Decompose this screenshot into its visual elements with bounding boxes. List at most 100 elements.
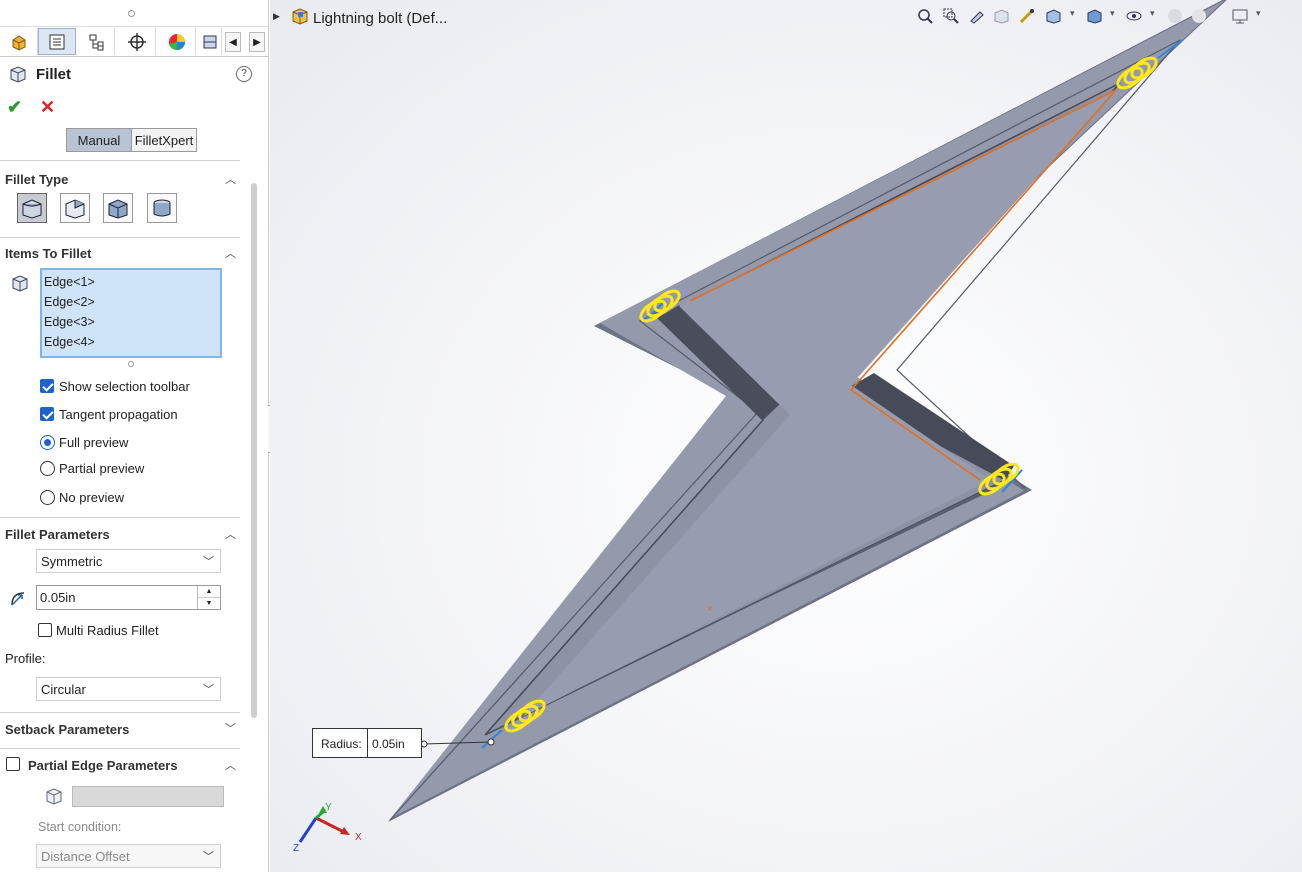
radius-spinner[interactable]: ▲ ▼ [197,586,220,609]
checkmark-icon: ✔ [7,97,23,117]
fillet-type-header[interactable]: Fillet Type [5,172,68,187]
radius-callout-value[interactable]: 0.05in [372,737,405,751]
list-item[interactable]: Edge<3> [44,312,220,332]
display-style-icon[interactable] [1084,6,1104,26]
no-preview-radio[interactable] [40,490,55,505]
partial-edge-parameters-checkbox[interactable] [6,757,20,771]
partial-preview-label: Partial preview [59,461,145,476]
multi-radius-fillet-label: Multi Radius Fillet [56,623,159,638]
tab-scroll-left-button[interactable]: ◀ [225,32,241,52]
cancel-button[interactable]: ✕ [40,97,55,118]
triad-y-label: Y [325,802,332,813]
zoom-to-fit-icon[interactable] [915,6,935,26]
collapse-fillet-type-icon[interactable]: ︿ [225,171,236,187]
property-manager-title: Fillet [36,66,72,83]
list-item[interactable]: Edge<2> [44,292,220,312]
tab-featuremanager[interactable] [0,28,38,55]
tab-dimxpertmanager[interactable] [118,28,156,55]
panel-splitter-top[interactable] [0,0,268,27]
ok-button[interactable]: ✔ [7,97,22,118]
tab-configurationmanager[interactable] [77,28,115,55]
panel-scrollbar[interactable] [251,183,257,718]
display-style-dropdown-icon[interactable]: ▾ [1110,8,1115,19]
start-condition-select[interactable]: Distance Offset ﹀ [36,844,221,868]
tab-extra[interactable] [198,28,222,55]
radius-input[interactable]: 0.05in ▲ ▼ [36,585,221,610]
fillet-method-value: Symmetric [41,554,103,569]
x-icon: ✕ [40,97,56,117]
radius-callout[interactable]: Radius: 0.05in [312,728,422,758]
face-fillet-icon [108,199,128,219]
partial-edge-entity-icon [46,788,62,805]
variable-fillet-icon [65,199,85,219]
help-icon[interactable]: ? [236,66,252,82]
filletxpert-tab-button[interactable]: FilletXpert [131,128,197,152]
dynamic-annotation-icon[interactable] [1017,6,1037,26]
view-orientation-dropdown-icon[interactable]: ▾ [1070,8,1075,19]
manual-tab-button[interactable]: Manual [66,128,132,152]
face-fillet-button[interactable] [103,193,133,223]
spin-down-icon[interactable]: ▼ [198,598,220,609]
property-manager-panel: ◀ ▶ Fillet ? ✔ ✕ Manual FilletXpert Fill… [0,0,269,872]
constant-fillet-icon [22,199,42,219]
view-orientation-icon[interactable] [1043,6,1063,26]
list-item[interactable]: Edge<1> [44,272,220,292]
setback-parameters-header[interactable]: Setback Parameters [5,722,129,737]
view-settings-icon[interactable] [1230,6,1250,26]
collapse-fillet-parameters-icon[interactable]: ︿ [225,526,236,542]
edges-selection-list[interactable]: Edge<1> Edge<2> Edge<3> Edge<4> [40,268,222,358]
show-selection-toolbar-label: Show selection toolbar [59,379,190,394]
tangent-propagation-label: Tangent propagation [59,407,178,422]
tab-scroll-right-button[interactable]: ▶ [249,32,265,52]
start-condition-value: Distance Offset [41,849,130,864]
start-condition-label: Start condition: [38,820,122,834]
fillet-method-select[interactable]: Symmetric ﹀ [36,549,221,573]
constant-size-fillet-button[interactable] [17,193,47,223]
featuremanager-icon [12,34,25,51]
section-view-icon[interactable] [991,6,1011,26]
collapse-items-icon[interactable]: ︿ [225,245,236,261]
variable-size-fillet-button[interactable] [60,193,90,223]
lightning-bolt-model[interactable]: × [270,0,1302,872]
triad-x-label: X [355,832,362,843]
document-title[interactable]: Lightning bolt (Def... [313,10,447,27]
partial-edge-parameters-header[interactable]: Partial Edge Parameters [28,758,178,773]
spin-up-icon[interactable]: ▲ [198,586,220,598]
multi-radius-fillet-checkbox[interactable] [38,623,52,637]
graphics-area[interactable]: × X Y Z ▾ ▾ ▾ ▾ [270,0,1302,872]
no-preview-label: No preview [59,490,125,505]
items-to-fillet-header[interactable]: Items To Fillet [5,246,91,261]
previous-view-icon[interactable] [967,6,987,26]
partial-preview-radio[interactable] [40,461,55,476]
full-round-fillet-icon [153,199,171,217]
hide-show-dropdown-icon[interactable]: ▾ [1150,8,1155,19]
divider [0,517,240,518]
tab-propertymanager[interactable] [38,28,76,55]
edit-appearance-icon[interactable] [1165,6,1185,26]
fillet-feature-icon [10,66,26,83]
divider [0,237,240,238]
full-round-fillet-button[interactable] [147,193,177,223]
collapse-partial-edge-icon[interactable]: ︿ [225,757,236,773]
full-preview-radio[interactable] [40,435,55,450]
radius-callout-key: Radius: [321,737,362,751]
hide-show-items-icon[interactable] [1124,6,1144,26]
tree-expand-icon[interactable]: ▶ [273,11,280,22]
zoom-to-area-icon[interactable] [941,6,961,26]
list-resize-handle[interactable] [128,361,134,367]
tangent-propagation-checkbox[interactable] [40,407,54,421]
fillet-parameters-header[interactable]: Fillet Parameters [5,527,110,542]
view-settings-dropdown-icon[interactable]: ▾ [1256,8,1261,19]
chevron-right-icon: ▶ [253,36,261,48]
pocket-inner-floor [522,90,1116,717]
tab-displaymanager[interactable] [158,28,196,55]
propertymanager-icon [49,34,65,49]
manager-tabs: ◀ ▶ [0,28,268,57]
apply-scene-icon[interactable] [1189,6,1209,26]
show-selection-toolbar-checkbox[interactable] [40,379,54,393]
partial-edge-selection-box[interactable] [72,786,224,807]
profile-select[interactable]: Circular ﹀ [36,677,221,701]
expand-setback-icon[interactable]: ﹀ [225,720,236,736]
profile-label: Profile: [5,651,46,666]
list-item[interactable]: Edge<4> [44,332,220,352]
